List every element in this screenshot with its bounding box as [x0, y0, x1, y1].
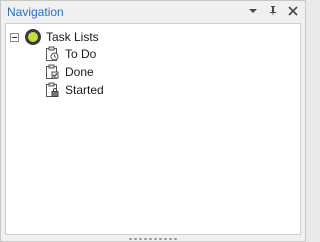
close-icon — [288, 6, 298, 16]
close-button[interactable] — [287, 5, 299, 17]
clipboard-lock-icon — [46, 82, 59, 97]
pane-actions — [247, 5, 299, 17]
task-list-root-icon — [25, 29, 41, 45]
navigation-pane: Navigation Task Lists To Do Done Started — [0, 0, 306, 242]
collapse-toggle-icon[interactable] — [10, 32, 19, 42]
pin-icon — [270, 6, 276, 16]
tree-container: Task Lists To Do Done Started — [5, 23, 301, 235]
pin-button[interactable] — [267, 5, 279, 17]
dropdown-button[interactable] — [247, 5, 259, 17]
chevron-down-icon — [249, 9, 257, 13]
tree-node-started[interactable]: Started — [44, 81, 104, 99]
resize-grip[interactable] — [128, 237, 178, 241]
pane-title: Navigation — [7, 5, 64, 19]
tree-node-label: To Do — [65, 47, 97, 61]
tree-node-to-do[interactable]: To Do — [44, 45, 96, 63]
tree-node-done[interactable]: Done — [44, 63, 94, 81]
clipboard-check-icon — [46, 64, 59, 79]
tree-node-label: Started — [65, 83, 104, 97]
pane-title-bar: Navigation — [1, 1, 305, 23]
clipboard-clock-icon — [46, 46, 59, 61]
navigation-tree: Task Lists To Do Done Started — [6, 24, 300, 234]
tree-node-task-lists[interactable]: Task Lists — [10, 28, 99, 46]
tree-node-label: Done — [65, 65, 94, 79]
tree-node-label: Task Lists — [46, 30, 99, 44]
